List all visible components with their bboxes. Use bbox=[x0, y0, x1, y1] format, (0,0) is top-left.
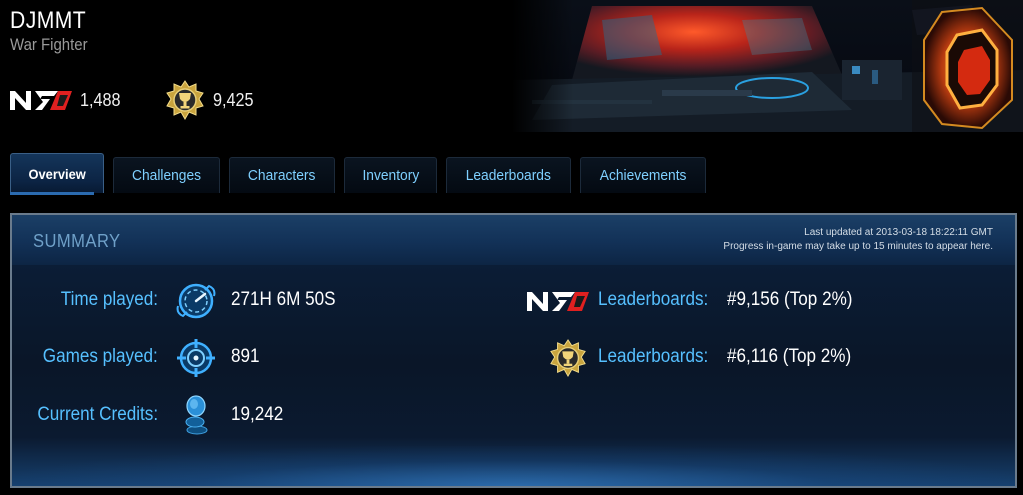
tab-label: Leaderboards bbox=[466, 167, 552, 184]
progress-note-text: Progress in-game may take up to 15 minut… bbox=[723, 241, 993, 252]
tab-overview[interactable]: Overview bbox=[10, 153, 105, 193]
current-credits-value: 19,242 bbox=[231, 404, 284, 425]
tab-inventory[interactable]: Inventory bbox=[343, 157, 438, 193]
challenge-leaderboard-link[interactable]: Leaderboards: bbox=[598, 346, 708, 368]
last-updated-note: Last updated at 2013-03-18 18:22:11 GMT … bbox=[723, 226, 993, 254]
challenge-medal-icon bbox=[166, 80, 204, 120]
current-credits-label: Current Credits: bbox=[37, 404, 158, 425]
games-played-value: 891 bbox=[231, 346, 260, 367]
rank-title: War Fighter bbox=[10, 35, 88, 54]
n7-icon bbox=[527, 292, 589, 311]
games-played-label: Games played: bbox=[42, 346, 158, 367]
tab-label: Inventory bbox=[362, 167, 419, 184]
panel-glow bbox=[12, 446, 1015, 486]
tab-label: Overview bbox=[28, 165, 86, 182]
clock-icon bbox=[176, 283, 216, 319]
tab-label: Challenges bbox=[132, 167, 202, 184]
n7-leaderboard-rank: #9,156 (Top 2%) bbox=[727, 289, 853, 310]
tab-label: Characters bbox=[248, 167, 316, 184]
credits-icon bbox=[185, 395, 208, 435]
challenge-leaderboard-rank: #6,116 (Top 2%) bbox=[727, 346, 852, 367]
tab-challenges[interactable]: Challenges bbox=[113, 157, 221, 193]
crosshair-icon bbox=[177, 339, 215, 377]
time-played-label: Time played: bbox=[60, 289, 158, 310]
challenge-points: 9,425 bbox=[213, 89, 254, 110]
n7-leaderboard-link[interactable]: Leaderboards: bbox=[598, 289, 708, 311]
summary-panel: SUMMARY Last updated at 2013-03-18 18:22… bbox=[10, 213, 1017, 488]
profile-scores: 1,488 9,425 bbox=[10, 80, 258, 120]
profile-banner-image bbox=[512, 0, 1023, 132]
profile-tabs: Overview Challenges Characters Inventory… bbox=[10, 153, 715, 193]
last-updated-text: Last updated at 2013-03-18 18:22:11 GMT bbox=[804, 227, 993, 238]
tab-characters[interactable]: Characters bbox=[229, 157, 335, 193]
username: DJMMT bbox=[10, 7, 87, 34]
active-tab-indicator bbox=[10, 192, 94, 195]
tab-achievements[interactable]: Achievements bbox=[579, 157, 707, 193]
summary-title: SUMMARY bbox=[33, 231, 121, 251]
n7-icon bbox=[10, 91, 72, 110]
tab-leaderboards[interactable]: Leaderboards bbox=[446, 157, 571, 193]
challenge-medal-icon bbox=[550, 339, 586, 377]
profile-header: DJMMT War Fighter 1,488 9,425 bbox=[10, 7, 510, 120]
tab-label: Achievements bbox=[599, 167, 687, 184]
n7-rating: 1,488 bbox=[80, 89, 121, 110]
time-played-value: 271H 6M 50S bbox=[231, 289, 336, 310]
